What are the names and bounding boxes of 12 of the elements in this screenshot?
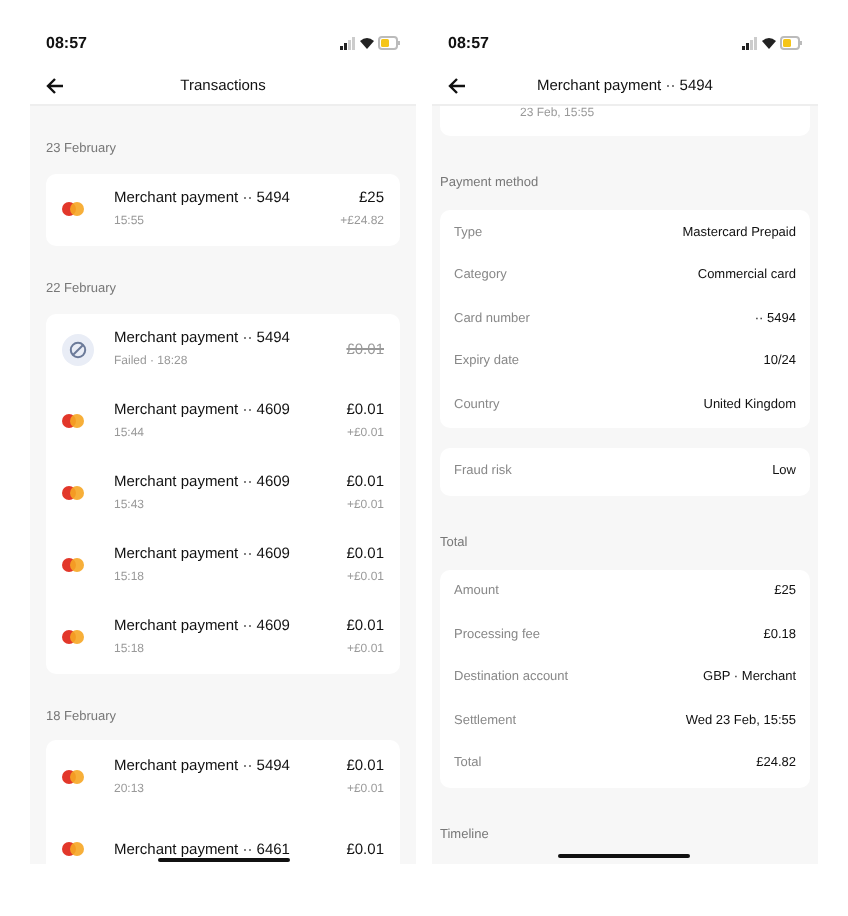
wifi-icon xyxy=(360,38,374,49)
back-icon[interactable] xyxy=(46,78,64,94)
home-indicator xyxy=(158,858,290,862)
signal-icon xyxy=(742,37,757,50)
back-icon[interactable] xyxy=(448,78,466,94)
battery-icon xyxy=(378,36,400,50)
battery-icon xyxy=(780,36,802,50)
home-indicator xyxy=(558,854,690,858)
status-time: 08:57 xyxy=(46,31,87,55)
status-time: 08:57 xyxy=(448,31,489,55)
wifi-icon xyxy=(762,38,776,49)
signal-icon xyxy=(340,37,355,50)
